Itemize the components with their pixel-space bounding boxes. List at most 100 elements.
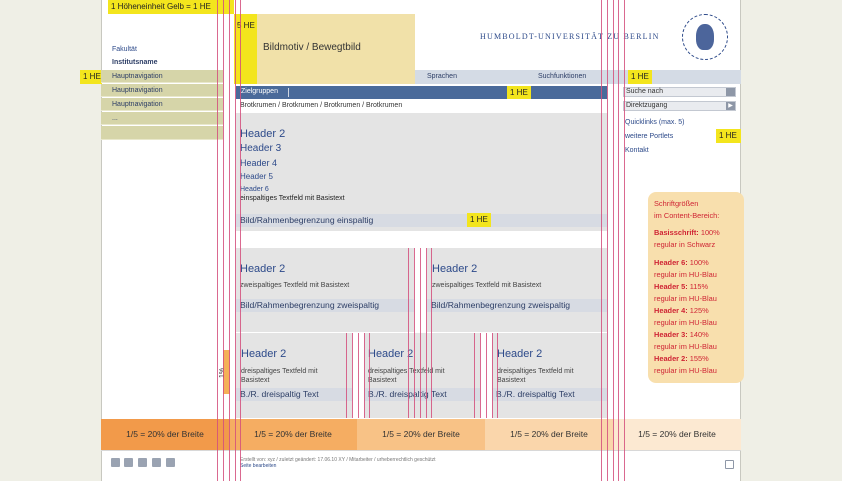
grid-line [607, 0, 608, 481]
target-groups-bar [236, 86, 607, 99]
facebook-icon[interactable] [124, 458, 133, 467]
grid-line [486, 333, 487, 418]
info-h6-style: regular im HU-Blau [654, 270, 717, 279]
target-groups-divider [288, 88, 289, 97]
info-h5-value: 115% [687, 282, 709, 291]
quicklinks-link[interactable]: Quicklinks (max. 5) [625, 119, 685, 126]
delicious-icon[interactable] [152, 458, 161, 467]
target-groups-link[interactable]: Zielgruppen [241, 88, 278, 95]
grid-line [420, 248, 421, 418]
header-3: Header 3 [240, 143, 282, 154]
three-col-header-1: Header 2 [241, 348, 287, 360]
portlets-link[interactable]: weitere Portlets [625, 133, 673, 140]
university-seal-icon [682, 14, 728, 60]
three-col-header-3: Header 2 [497, 348, 543, 360]
two-col-header-1: Header 2 [240, 263, 286, 275]
info-h4-value: 125% [687, 306, 709, 315]
info-basis-label: Basisschrift: [654, 228, 699, 237]
three-col-text-3: dreispaltiges Textfeld mit Basistext [497, 368, 574, 384]
image-frame-one-col: Bild/Rahmenbegrenzung einspaltig [236, 214, 607, 227]
grid-line [408, 248, 409, 418]
footer-column-3: 1/5 = 20% der Breite [357, 419, 485, 450]
info-h4-label: Header 4: [654, 306, 688, 315]
info-h5-style: regular im HU-Blau [654, 294, 717, 303]
nav-item-more[interactable]: ... [101, 112, 223, 125]
footer-column-1: 1/5 = 20% der Breite [101, 419, 229, 450]
search-icon[interactable] [726, 88, 735, 96]
footer-column-5: 1/5 = 20% der Breite [613, 419, 741, 450]
grid-line [492, 333, 493, 418]
grid-line [352, 333, 353, 418]
two-col-block-1 [236, 248, 414, 332]
two-col-block-2 [427, 248, 607, 332]
search-functions-link[interactable]: Suchfunktionen [538, 73, 586, 80]
grid-line [618, 0, 619, 481]
institute-name[interactable]: Institutsname [112, 59, 158, 66]
university-wordmark[interactable]: HUMBOLDT-UNIVERSITÄT ZU BERLIN [480, 32, 660, 41]
info-h2-value: 155% [687, 354, 709, 363]
direct-access-select[interactable]: Direktzugang [623, 101, 736, 111]
font-size-info-box: Schriftgrößen im Content-Bereich: Basiss… [648, 192, 744, 383]
footer-column-4: 1/5 = 20% der Breite [485, 419, 613, 450]
main-navigation: Hauptnavigation Hauptnavigation Hauptnav… [101, 70, 223, 142]
info-basis-style: regular in Schwarz [654, 240, 716, 249]
languages-link[interactable]: Sprachen [427, 73, 457, 80]
nav-item-empty [101, 126, 223, 140]
three-col-text-2: dreispaltiges Textfeld mit Basistext [368, 368, 445, 384]
two-col-text-2: zweispaltiges Textfeld mit Basistext [432, 282, 542, 289]
grid-line [480, 333, 481, 418]
grid-line [414, 248, 415, 418]
info-title-1: Schriftgrößen [654, 199, 699, 208]
grid-line [358, 333, 359, 418]
info-h5-label: Header 5: [654, 282, 688, 291]
info-h3-style: regular im HU-Blau [654, 342, 717, 351]
three-col-header-2: Header 2 [368, 348, 414, 360]
info-h6-label: Header 6: [654, 258, 688, 267]
grid-line [217, 0, 218, 481]
grid-line [497, 333, 498, 418]
header-4: Header 4 [240, 158, 278, 168]
youtube-icon[interactable] [166, 458, 175, 467]
grid-line [431, 248, 432, 418]
faculty-label[interactable]: Fakultät [112, 46, 137, 53]
grid-line [364, 333, 365, 418]
he1-zielgruppen-marker: 1 HE [507, 86, 531, 99]
grid-line [474, 333, 475, 418]
two-col-image-2: Bild/Rahmenbegrenzung zweispaltig [427, 299, 607, 312]
three-col-image-2: B./R. dreispaltig Text [364, 388, 480, 401]
info-h2-label: Header 2: [654, 354, 688, 363]
nav-item-1[interactable]: Hauptnavigation [101, 70, 223, 83]
he1-portlet-marker: 1 HE [716, 129, 741, 143]
grid-line [601, 0, 602, 481]
two-col-header-2: Header 2 [432, 263, 478, 275]
arrow-right-icon[interactable]: ▶ [726, 102, 735, 110]
footer-column-2: 1/5 = 20% der Breite [229, 419, 357, 450]
header-2: Header 2 [240, 128, 286, 140]
info-basis-value: 100% [698, 228, 720, 237]
twitter-icon[interactable] [111, 458, 120, 467]
info-h3-label: Header 3: [654, 330, 688, 339]
nav-item-2[interactable]: Hauptnavigation [101, 84, 223, 97]
contact-link[interactable]: Kontakt [625, 147, 649, 154]
info-h2-style: regular im HU-Blau [654, 366, 717, 375]
nav-item-3[interactable]: Hauptnavigation [101, 98, 223, 111]
breadcrumb[interactable]: Brotkrumen / Brotkrumen / Brotkrumen / B… [240, 102, 402, 109]
edit-page-link[interactable]: Seite bearbeiten [240, 463, 276, 469]
grid-line [346, 333, 347, 418]
header-6: Header 6 [240, 186, 269, 193]
grid-line [223, 0, 224, 481]
info-h4-style: regular im HU-Blau [654, 318, 717, 327]
footer-divider [101, 450, 741, 451]
rss-icon[interactable] [138, 458, 147, 467]
grid-line [613, 0, 614, 481]
info-title-2: im Content-Bereich: [654, 211, 720, 220]
header-5: Header 5 [240, 172, 273, 181]
grid-line [240, 0, 241, 481]
grid-line [369, 333, 370, 418]
text-field-one-col: einspaltiges Textfeld mit Basistext [240, 195, 345, 202]
grid-line [235, 0, 236, 481]
three-col-text-1: dreispaltiges Textfeld mit Basistext [241, 368, 318, 384]
print-icon[interactable] [725, 460, 734, 469]
search-input[interactable]: Suche nach [623, 87, 736, 97]
three-col-image-1: B./R. dreispaltig Text [236, 388, 352, 401]
